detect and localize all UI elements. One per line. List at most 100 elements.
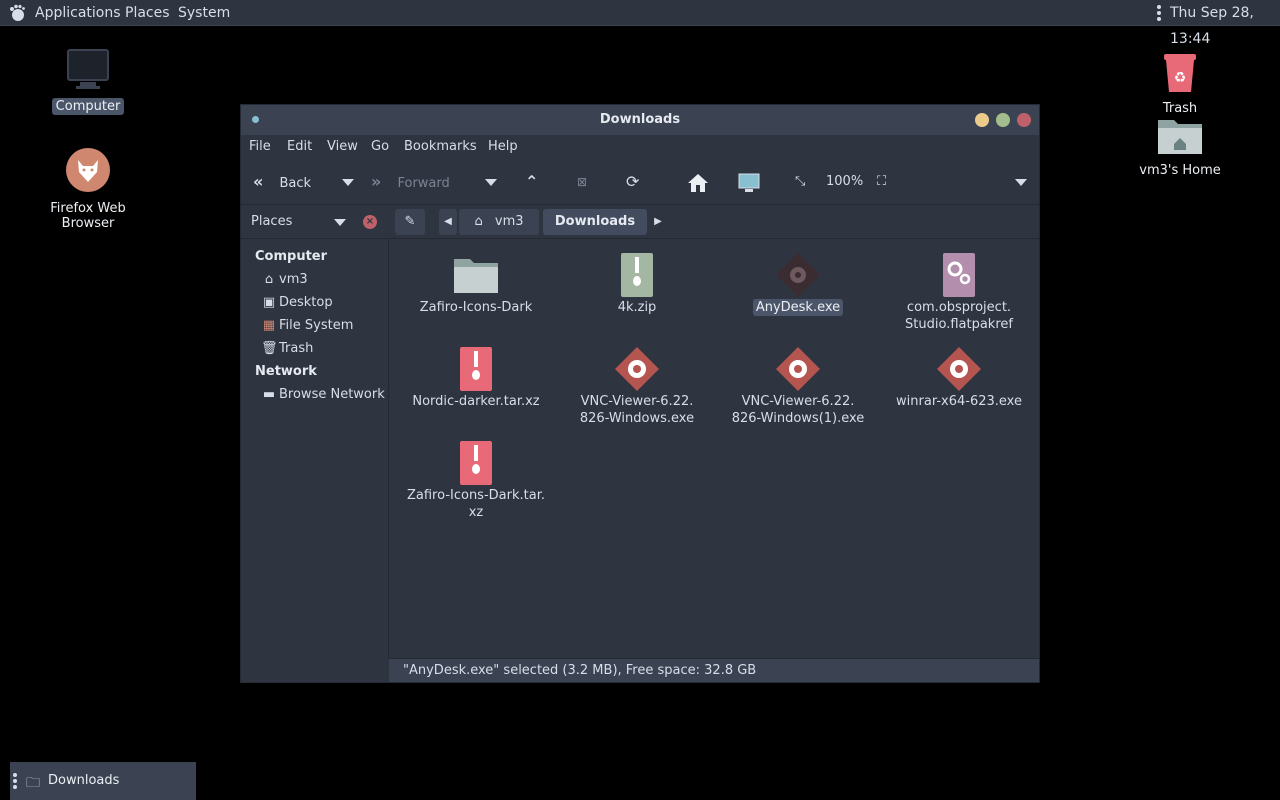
- panel-handle-icon[interactable]: [1156, 5, 1162, 21]
- menu-edit[interactable]: Edit: [287, 135, 312, 159]
- archive-icon: [460, 347, 492, 391]
- file-label-line2: 826-Windows.exe: [579, 411, 695, 426]
- window-title: Downloads: [599, 112, 681, 127]
- sidebar-section-computer: Computer: [255, 249, 328, 264]
- status-text: "AnyDesk.exe" selected (3.2 MB), Free sp…: [403, 663, 757, 678]
- trash-icon: 🗑: [261, 341, 278, 356]
- menu-bar: File Edit View Go Bookmarks Help: [241, 135, 1039, 159]
- menu-go[interactable]: Go: [371, 135, 389, 159]
- desktop-icon-trash[interactable]: ♻ Trash: [1110, 48, 1250, 117]
- home-folder-icon: [1158, 120, 1202, 154]
- file-item[interactable]: Nordic-darker.tar.xz: [396, 345, 556, 410]
- file-label-line1: Zafiro-Icons-Dark.tar.: [407, 488, 545, 503]
- location-bar: Places × ✎ ◀ ⌂ vm3 Downloads ▶: [241, 205, 1039, 239]
- edit-location-icon[interactable]: ✎: [395, 209, 425, 235]
- menu-help[interactable]: Help: [488, 135, 518, 159]
- file-view: Zafiro-Icons-Dark 4k.zip AnyDesk.exe com…: [390, 239, 1039, 658]
- crumb-vm3[interactable]: ⌂ vm3: [459, 209, 539, 235]
- forward-history-dropdown[interactable]: [485, 179, 497, 186]
- sidebar-item-browse-network[interactable]: ▬ Browse Network: [261, 387, 385, 402]
- crumb-left-arrow[interactable]: ◀: [439, 209, 457, 235]
- desktop-icon-label: vm3's Home: [1139, 163, 1221, 178]
- menu-bookmarks[interactable]: Bookmarks: [404, 135, 477, 159]
- firefox-icon: [66, 148, 110, 192]
- places-menu[interactable]: Places: [125, 0, 170, 26]
- sidebar-section-network: Network: [255, 364, 317, 379]
- panel-handle-icon[interactable]: [13, 773, 19, 789]
- desktop-icon-label: Computer: [51, 98, 125, 115]
- file-item[interactable]: AnyDesk.exe: [718, 251, 878, 316]
- top-panel: Applications Places System Thu Sep 28, 1…: [0, 0, 1280, 47]
- menu-view[interactable]: View: [327, 135, 358, 159]
- forward-icon: »: [371, 172, 382, 191]
- sidebar-item-vm3[interactable]: ⌂ vm3: [261, 272, 308, 287]
- back-icon: «: [253, 172, 264, 191]
- menu-file[interactable]: File: [249, 135, 271, 159]
- computer-icon[interactable]: [737, 172, 761, 194]
- toolbar-overflow-icon[interactable]: [1015, 179, 1027, 186]
- exe-icon: [615, 347, 659, 391]
- file-item[interactable]: Zafiro-Icons-Dark.tar. xz: [396, 439, 556, 521]
- back-button[interactable]: « Back: [253, 159, 343, 205]
- monitor-icon: [67, 49, 109, 89]
- file-label-line1: com.obsproject.: [906, 300, 1012, 315]
- taskbar-item-downloads[interactable]: 🗀 Downloads: [10, 762, 196, 800]
- file-item[interactable]: VNC-Viewer-6.22. 826-Windows(1).exe: [718, 345, 878, 427]
- file-label-line1: VNC-Viewer-6.22.: [580, 394, 694, 409]
- folder-icon: 🗀: [26, 775, 40, 791]
- toolbar: « Back » Forward ⌃ ⊠ ⟳ ⤡ 100% ⛶: [241, 159, 1039, 205]
- zoom-in-icon[interactable]: ⛶: [877, 159, 886, 205]
- title-bar[interactable]: Downloads: [241, 105, 1039, 135]
- home-icon: ⌂: [474, 214, 483, 229]
- maximize-button[interactable]: [996, 113, 1010, 127]
- file-item[interactable]: VNC-Viewer-6.22. 826-Windows.exe: [557, 345, 717, 427]
- sidebar-item-file-system[interactable]: ▦ File System: [261, 318, 354, 333]
- flatpakref-icon: [943, 253, 975, 297]
- file-label-line2: xz: [468, 505, 484, 520]
- clock[interactable]: Thu Sep 28, 13:44: [1170, 0, 1280, 47]
- up-icon[interactable]: ⌃: [525, 159, 538, 205]
- network-icon: ▬: [262, 387, 276, 402]
- close-sidebar-icon[interactable]: ×: [363, 215, 377, 229]
- exe-icon: [776, 347, 820, 391]
- file-item[interactable]: Zafiro-Icons-Dark: [396, 251, 556, 316]
- sidebar-item-trash[interactable]: 🗑Trash: [261, 341, 313, 356]
- status-bar: "AnyDesk.exe" selected (3.2 MB), Free sp…: [389, 658, 1039, 682]
- desktop-icon-home[interactable]: vm3's Home: [1110, 114, 1250, 179]
- desktop-icon-computer[interactable]: Computer: [18, 48, 158, 115]
- reload-icon[interactable]: ⟳: [626, 159, 639, 205]
- taskbar-item-label: Downloads: [48, 773, 120, 788]
- desktop-icon: ▣: [262, 295, 276, 310]
- crumb-right-arrow[interactable]: ▶: [649, 209, 667, 235]
- exe-icon: [937, 347, 981, 391]
- zoom-level[interactable]: 100%: [826, 159, 863, 205]
- file-manager-window: Downloads File Edit View Go Bookmarks He…: [240, 104, 1040, 683]
- archive-icon: [460, 441, 492, 485]
- places-dropdown[interactable]: Places: [251, 205, 292, 239]
- file-item[interactable]: com.obsproject. Studio.flatpakref: [879, 251, 1039, 333]
- sidebar-item-desktop[interactable]: ▣ Desktop: [261, 295, 333, 310]
- crumb-downloads[interactable]: Downloads: [543, 209, 647, 235]
- zoom-out-icon[interactable]: ⤡: [795, 159, 805, 205]
- drive-icon: ▦: [262, 318, 276, 333]
- applications-menu[interactable]: Applications: [35, 0, 121, 26]
- minimize-button[interactable]: [975, 113, 989, 127]
- folder-icon: [454, 259, 498, 293]
- file-label-line2: Studio.flatpakref: [905, 317, 1013, 332]
- zip-icon: [621, 253, 653, 297]
- file-item[interactable]: 4k.zip: [557, 251, 717, 316]
- places-dropdown-icon[interactable]: [334, 219, 346, 226]
- back-history-dropdown[interactable]: [342, 179, 354, 186]
- forward-button[interactable]: » Forward: [371, 159, 471, 205]
- desktop-icon-firefox[interactable]: Firefox Web Browser: [18, 146, 158, 232]
- gnome-foot-icon[interactable]: [8, 4, 26, 22]
- file-label-line2: 826-Windows(1).exe: [731, 411, 865, 426]
- home-icon[interactable]: [687, 173, 709, 193]
- svg-text:♻: ♻: [1174, 70, 1187, 86]
- system-menu[interactable]: System: [178, 0, 230, 26]
- stop-icon[interactable]: ⊠: [577, 159, 587, 205]
- file-item[interactable]: winrar-x64-623.exe: [879, 345, 1039, 410]
- close-button[interactable]: [1017, 113, 1031, 127]
- home-icon: ⌂: [264, 272, 274, 287]
- file-label-line1: VNC-Viewer-6.22.: [741, 394, 855, 409]
